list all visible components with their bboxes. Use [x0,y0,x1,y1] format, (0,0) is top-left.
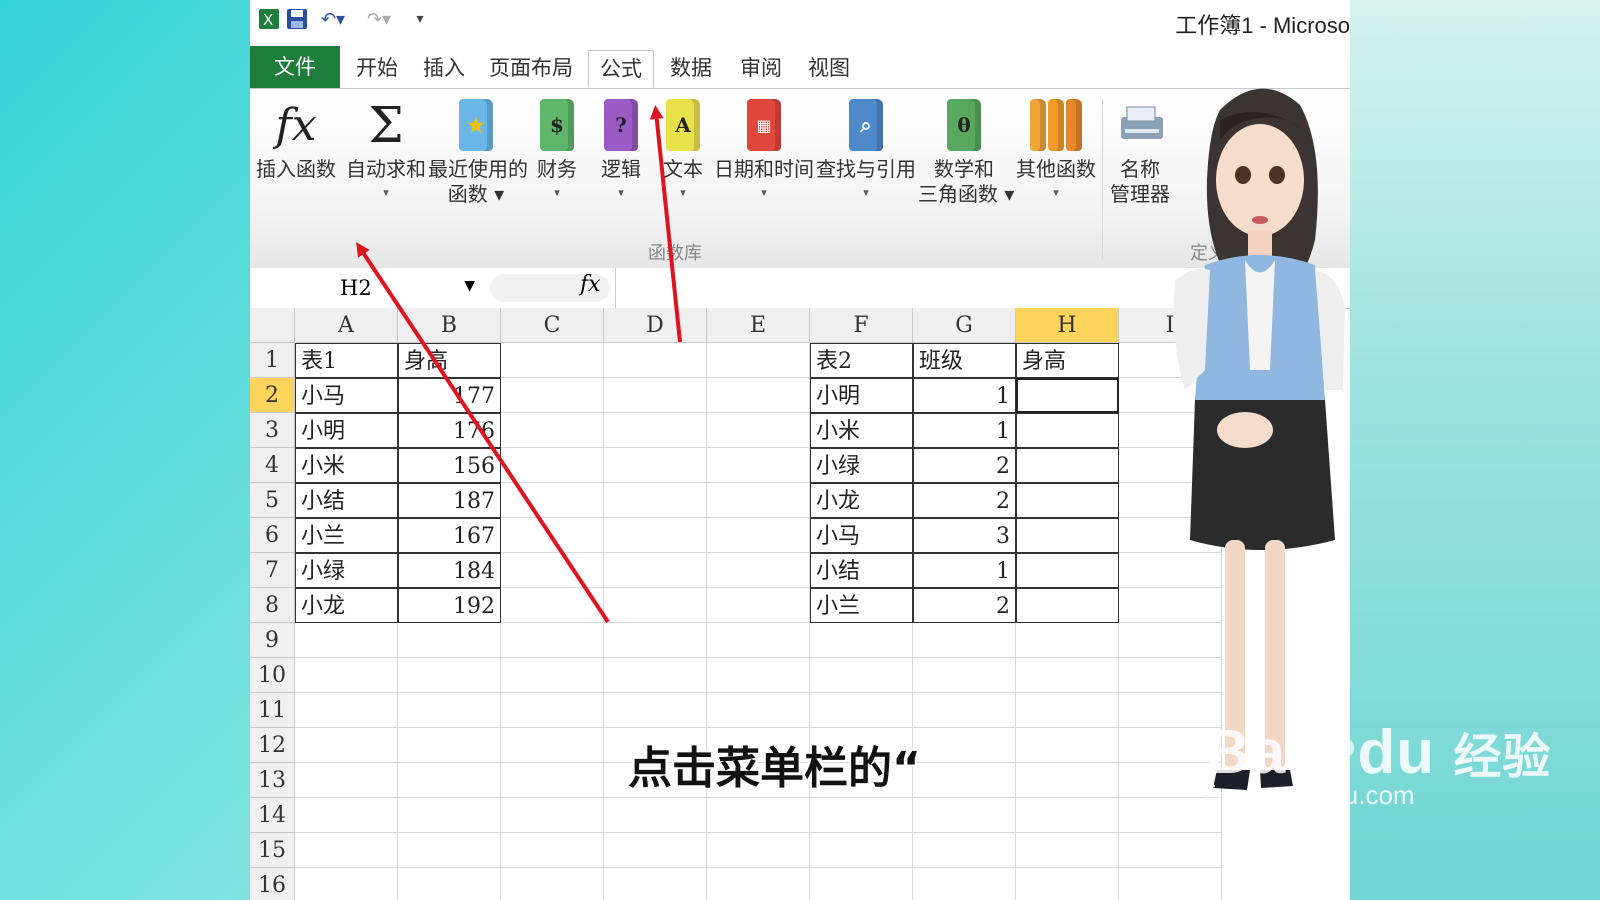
baidu-watermark: Bai✿du 经验 jingyan.baidu.com [1205,718,1552,810]
video-subtitle: 点击菜单栏的“ [628,743,921,794]
arrow-to-formulas-tab [649,105,682,343]
paw-icon: ✿ [1304,718,1358,787]
arrow-to-insert-function [356,242,610,624]
